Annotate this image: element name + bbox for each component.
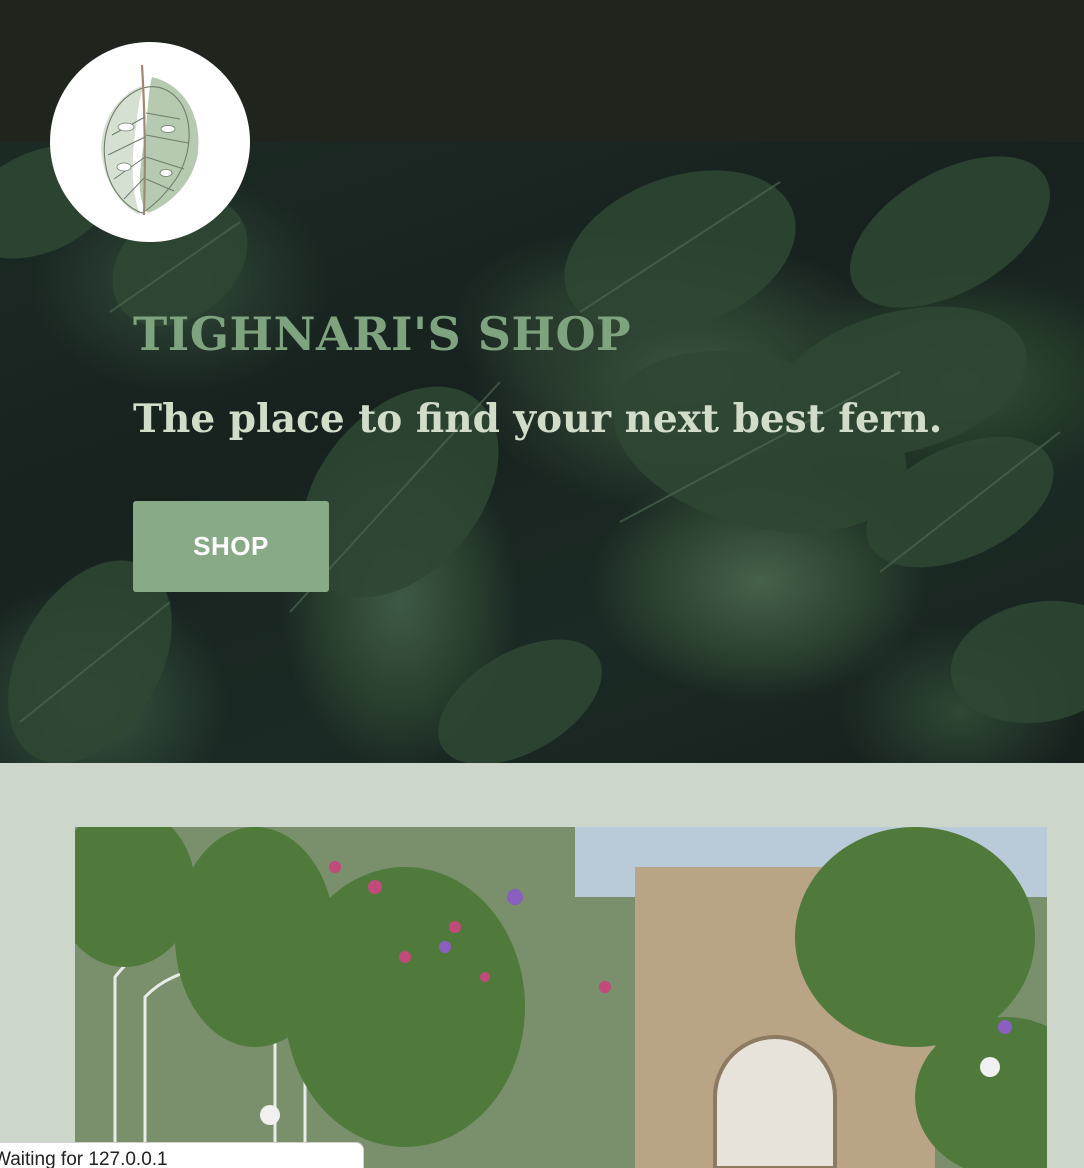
conservatory-illustration — [75, 827, 1047, 1168]
hero-title: TIGHNARI'S SHOP — [133, 307, 632, 361]
shop-button[interactable]: SHOP — [133, 501, 329, 592]
page: TIGHNARI'S SHOP The place to find your n… — [0, 0, 1084, 1168]
monstera-leaf-icon — [101, 64, 199, 216]
conservatory-image — [75, 827, 1047, 1168]
logo[interactable] — [50, 42, 250, 242]
hero-subtitle: The place to find your next best fern. — [133, 396, 943, 442]
status-text: Waiting for 127.0.0.1 — [0, 1149, 168, 1168]
browser-status-bar: Waiting for 127.0.0.1 — [0, 1142, 364, 1168]
